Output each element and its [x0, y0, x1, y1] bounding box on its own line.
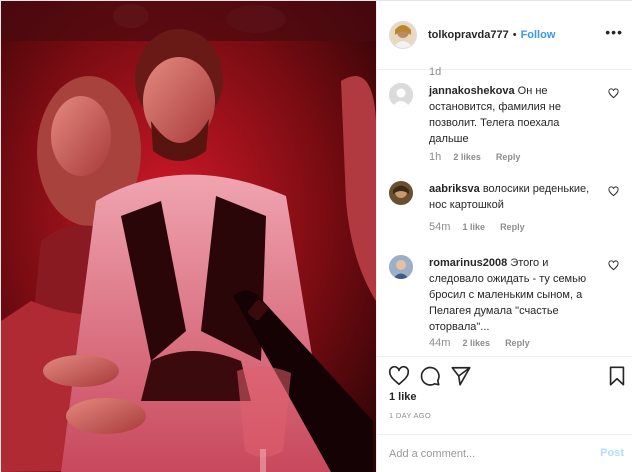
commenter-avatar-image — [389, 181, 413, 205]
comment-body: jannakoshekova Он не остановится, фамили… — [429, 83, 601, 147]
heart-icon[interactable] — [388, 365, 410, 387]
header-separator: • — [512, 29, 517, 41]
comment-like-icon[interactable] — [608, 88, 619, 99]
post-photo[interactable] — [1, 1, 376, 472]
post-sidebar: tolkopravda777 • Follow ••• 1d jannakosh… — [376, 1, 632, 472]
comment-likes[interactable]: 2 likes — [453, 152, 481, 162]
comment-username[interactable]: romarinus2008 — [429, 257, 507, 269]
comment-meta: 1h 2 likes Reply — [429, 151, 520, 163]
post-photo-image — [1, 1, 376, 472]
author-avatar[interactable] — [389, 21, 417, 49]
instagram-post: tolkopravda777 • Follow ••• 1d jannakosh… — [0, 0, 632, 472]
comment-username[interactable]: jannakoshekova — [429, 85, 515, 97]
share-icon[interactable] — [450, 365, 472, 387]
commenter-avatar[interactable] — [389, 83, 413, 107]
comment-input[interactable] — [389, 444, 579, 464]
commenter-avatar-image — [389, 255, 413, 279]
bookmark-icon[interactable] — [606, 365, 628, 387]
comments-list[interactable]: 1d jannakoshekova Он не остановится, фам… — [377, 63, 632, 359]
reply-button[interactable]: Reply — [505, 338, 530, 348]
author-avatar-image — [390, 22, 416, 48]
comment-meta: 44m 2 likes Reply — [429, 337, 530, 349]
comment-time[interactable]: 44m — [429, 337, 450, 349]
reply-button[interactable]: Reply — [496, 152, 521, 162]
caption-time[interactable]: 1d — [429, 66, 441, 78]
comment-body: aabriksva волосики реденькие, нос картош… — [429, 181, 601, 213]
comment-like-icon[interactable] — [608, 260, 619, 271]
comment-likes[interactable]: 1 like — [462, 222, 485, 232]
commenter-avatar[interactable] — [389, 181, 413, 205]
comment-body: romarinus2008 Этого и следовало ожидать … — [429, 255, 601, 335]
default-avatar-icon — [389, 83, 413, 107]
comment-icon[interactable] — [419, 365, 441, 387]
commenter-avatar[interactable] — [389, 255, 413, 279]
comment-username[interactable]: aabriksva — [429, 183, 480, 195]
post-actions — [377, 356, 632, 394]
comment-meta: 54m 1 like Reply — [429, 221, 525, 233]
comment-time[interactable]: 1h — [429, 151, 441, 163]
post-timestamp[interactable]: 1 DAY AGO — [389, 411, 431, 420]
reply-button[interactable]: Reply — [500, 222, 525, 232]
post-comment-button[interactable]: Post — [600, 447, 624, 459]
post-header: tolkopravda777 • Follow ••• — [377, 1, 632, 70]
add-comment-bar: Post — [377, 434, 632, 472]
comment-like-icon[interactable] — [608, 186, 619, 197]
more-options-icon[interactable]: ••• — [605, 24, 623, 46]
comment-likes[interactable]: 2 likes — [462, 338, 490, 348]
author-username[interactable]: tolkopravda777 — [428, 29, 509, 41]
likes-count[interactable]: 1 like — [389, 391, 417, 403]
comment-time[interactable]: 54m — [429, 221, 450, 233]
follow-button[interactable]: Follow — [521, 29, 556, 41]
